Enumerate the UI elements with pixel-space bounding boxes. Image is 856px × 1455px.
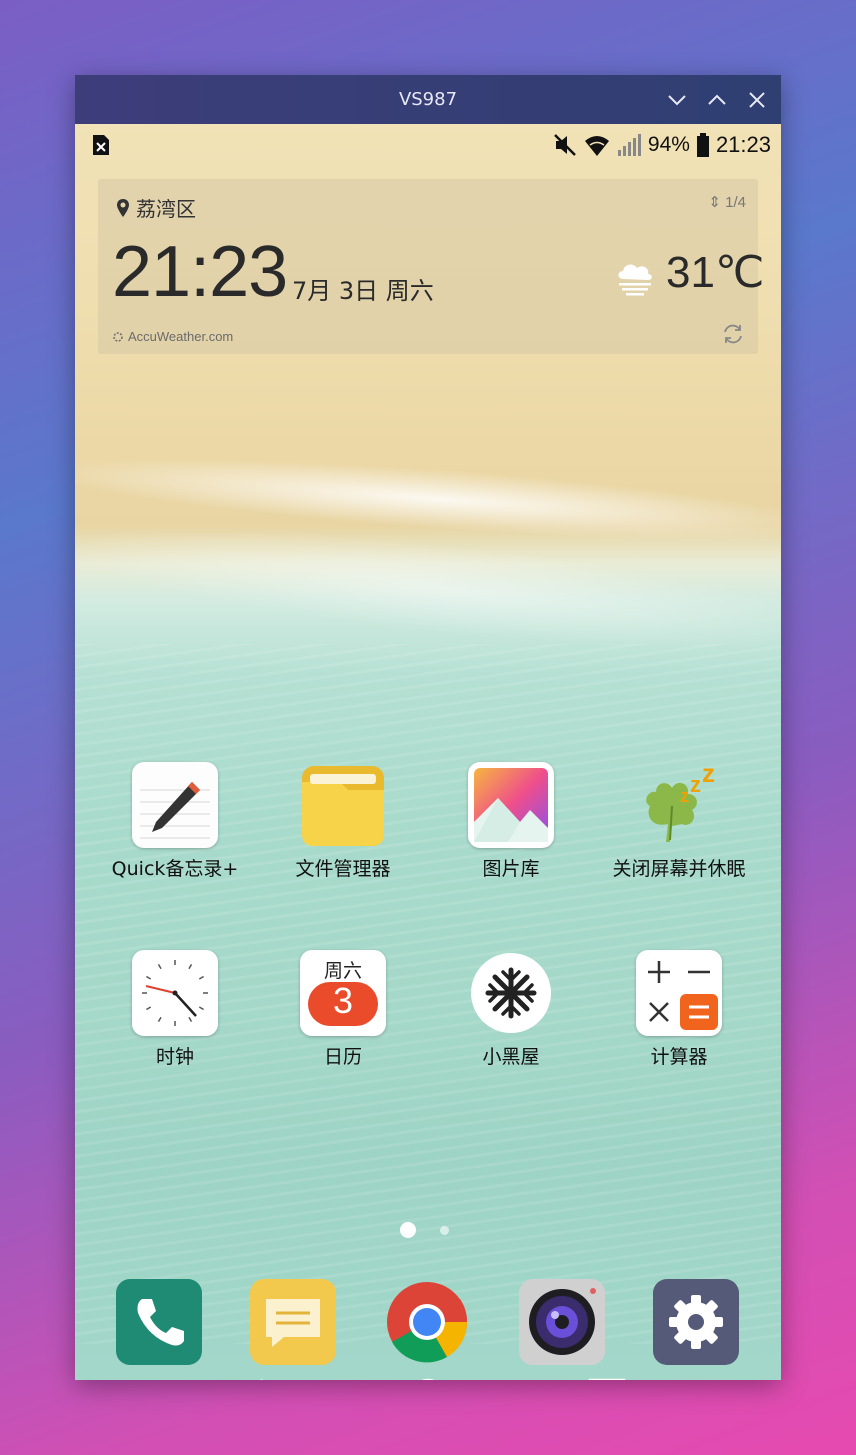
chevron-down-icon [668,95,686,106]
widget-page-indicator: ⇕ 1/4 [708,194,746,211]
location-name: 荔湾区 [136,197,196,221]
accuweather-sun-icon [113,331,123,342]
battery-icon [696,133,709,157]
home-button[interactable] [408,1377,448,1380]
maximize-button[interactable] [704,87,730,113]
widget-provider: AccuWeather.com [112,329,233,344]
app-label: 文件管理器 [295,858,391,880]
app-quick-memo[interactable]: Quick备忘录+ [91,762,259,881]
clock-icon [132,950,218,1036]
recents-icon [588,1378,626,1380]
cloud-fog-icon [618,264,652,296]
wifi-icon [584,136,609,156]
sort-arrows-icon: ⇕ [708,194,721,211]
page-indicator[interactable] [400,1222,460,1238]
app-label: 日历 [323,1046,362,1068]
app-label: 小黑屋 [482,1046,540,1068]
dock-messages[interactable] [250,1279,336,1365]
location-pin-icon [117,198,129,217]
chevron-up-icon [708,94,726,105]
battery-percent: 94% [647,133,690,156]
widget-location[interactable]: 荔湾区 [116,193,196,222]
svg-text:z: z [690,772,701,797]
dock-settings[interactable] [653,1279,739,1365]
home-icon [421,1378,435,1380]
sleep-leaf-icon: z z z [636,762,722,848]
camera-icon [519,1279,605,1365]
dock-phone[interactable] [116,1279,202,1365]
calendar-day: 周六 [323,960,362,982]
widget-clock[interactable]: 21:23 [112,231,288,313]
app-calculator[interactable]: 计算器 [595,950,763,1069]
mute-icon [554,134,576,156]
page-dot[interactable] [440,1226,449,1235]
message-icon [266,1299,320,1347]
chrome-icon [387,1282,468,1363]
app-label: 计算器 [650,1046,708,1068]
emulator-window: VS987 94% 21:23 荔湾区 ⇕ 1/4 21:23 7月 3日 周六… [75,75,781,1380]
refresh-icon[interactable] [720,321,746,347]
close-button[interactable] [744,87,770,113]
app-label: 关闭屏幕并休眠 [612,858,746,880]
back-icon [260,1378,263,1380]
app-clock[interactable]: 时钟 [91,950,259,1069]
navigation-bar [75,1369,781,1380]
widget-date: 7月 3日 周六 [292,277,434,305]
app-gallery[interactable]: 图片库 [427,762,595,881]
phone-screen: 94% 21:23 荔湾区 ⇕ 1/4 21:23 7月 3日 周六 31℃ A… [75,124,781,1380]
calendar-date: 3 [332,980,354,1021]
dock-camera[interactable] [519,1279,605,1365]
minimize-button[interactable] [664,87,690,113]
phone-icon [137,1299,184,1346]
app-calendar[interactable]: 周六 3 日历 [259,950,427,1069]
weather-clock-widget[interactable]: 荔湾区 ⇕ 1/4 21:23 7月 3日 周六 31℃ AccuWeather… [98,179,764,354]
gear-icon [669,1295,723,1349]
status-time: 21:23 [715,132,771,157]
calendar-icon: 周六 3 [300,950,386,1036]
svg-text:z: z [680,786,689,806]
app-xiaoheiwu[interactable]: 小黑屋 [427,950,595,1069]
page-dot-active[interactable] [400,1222,416,1238]
signal-icon [617,134,641,156]
status-bar[interactable]: 94% 21:23 [75,124,781,166]
widget-temperature: 31℃ [666,248,765,297]
app-label: Quick备忘录+ [111,858,239,880]
window-titlebar[interactable]: VS987 [75,75,781,124]
folder-icon [300,762,386,848]
back-button[interactable] [227,1377,267,1380]
svg-text:z: z [702,762,715,788]
no-sim-icon [91,134,111,156]
gallery-icon [468,762,554,848]
notepad-icon [132,762,218,848]
calculator-icon [636,950,722,1036]
app-label: 时钟 [155,1046,194,1068]
app-file-manager[interactable]: 文件管理器 [259,762,427,881]
app-label: 图片库 [482,858,540,880]
close-icon [749,92,765,108]
dock-chrome[interactable] [384,1279,470,1365]
app-sleep[interactable]: z z z 关闭屏幕并休眠 [595,762,763,881]
recents-button[interactable] [587,1377,627,1380]
snowflake-icon [468,950,554,1036]
